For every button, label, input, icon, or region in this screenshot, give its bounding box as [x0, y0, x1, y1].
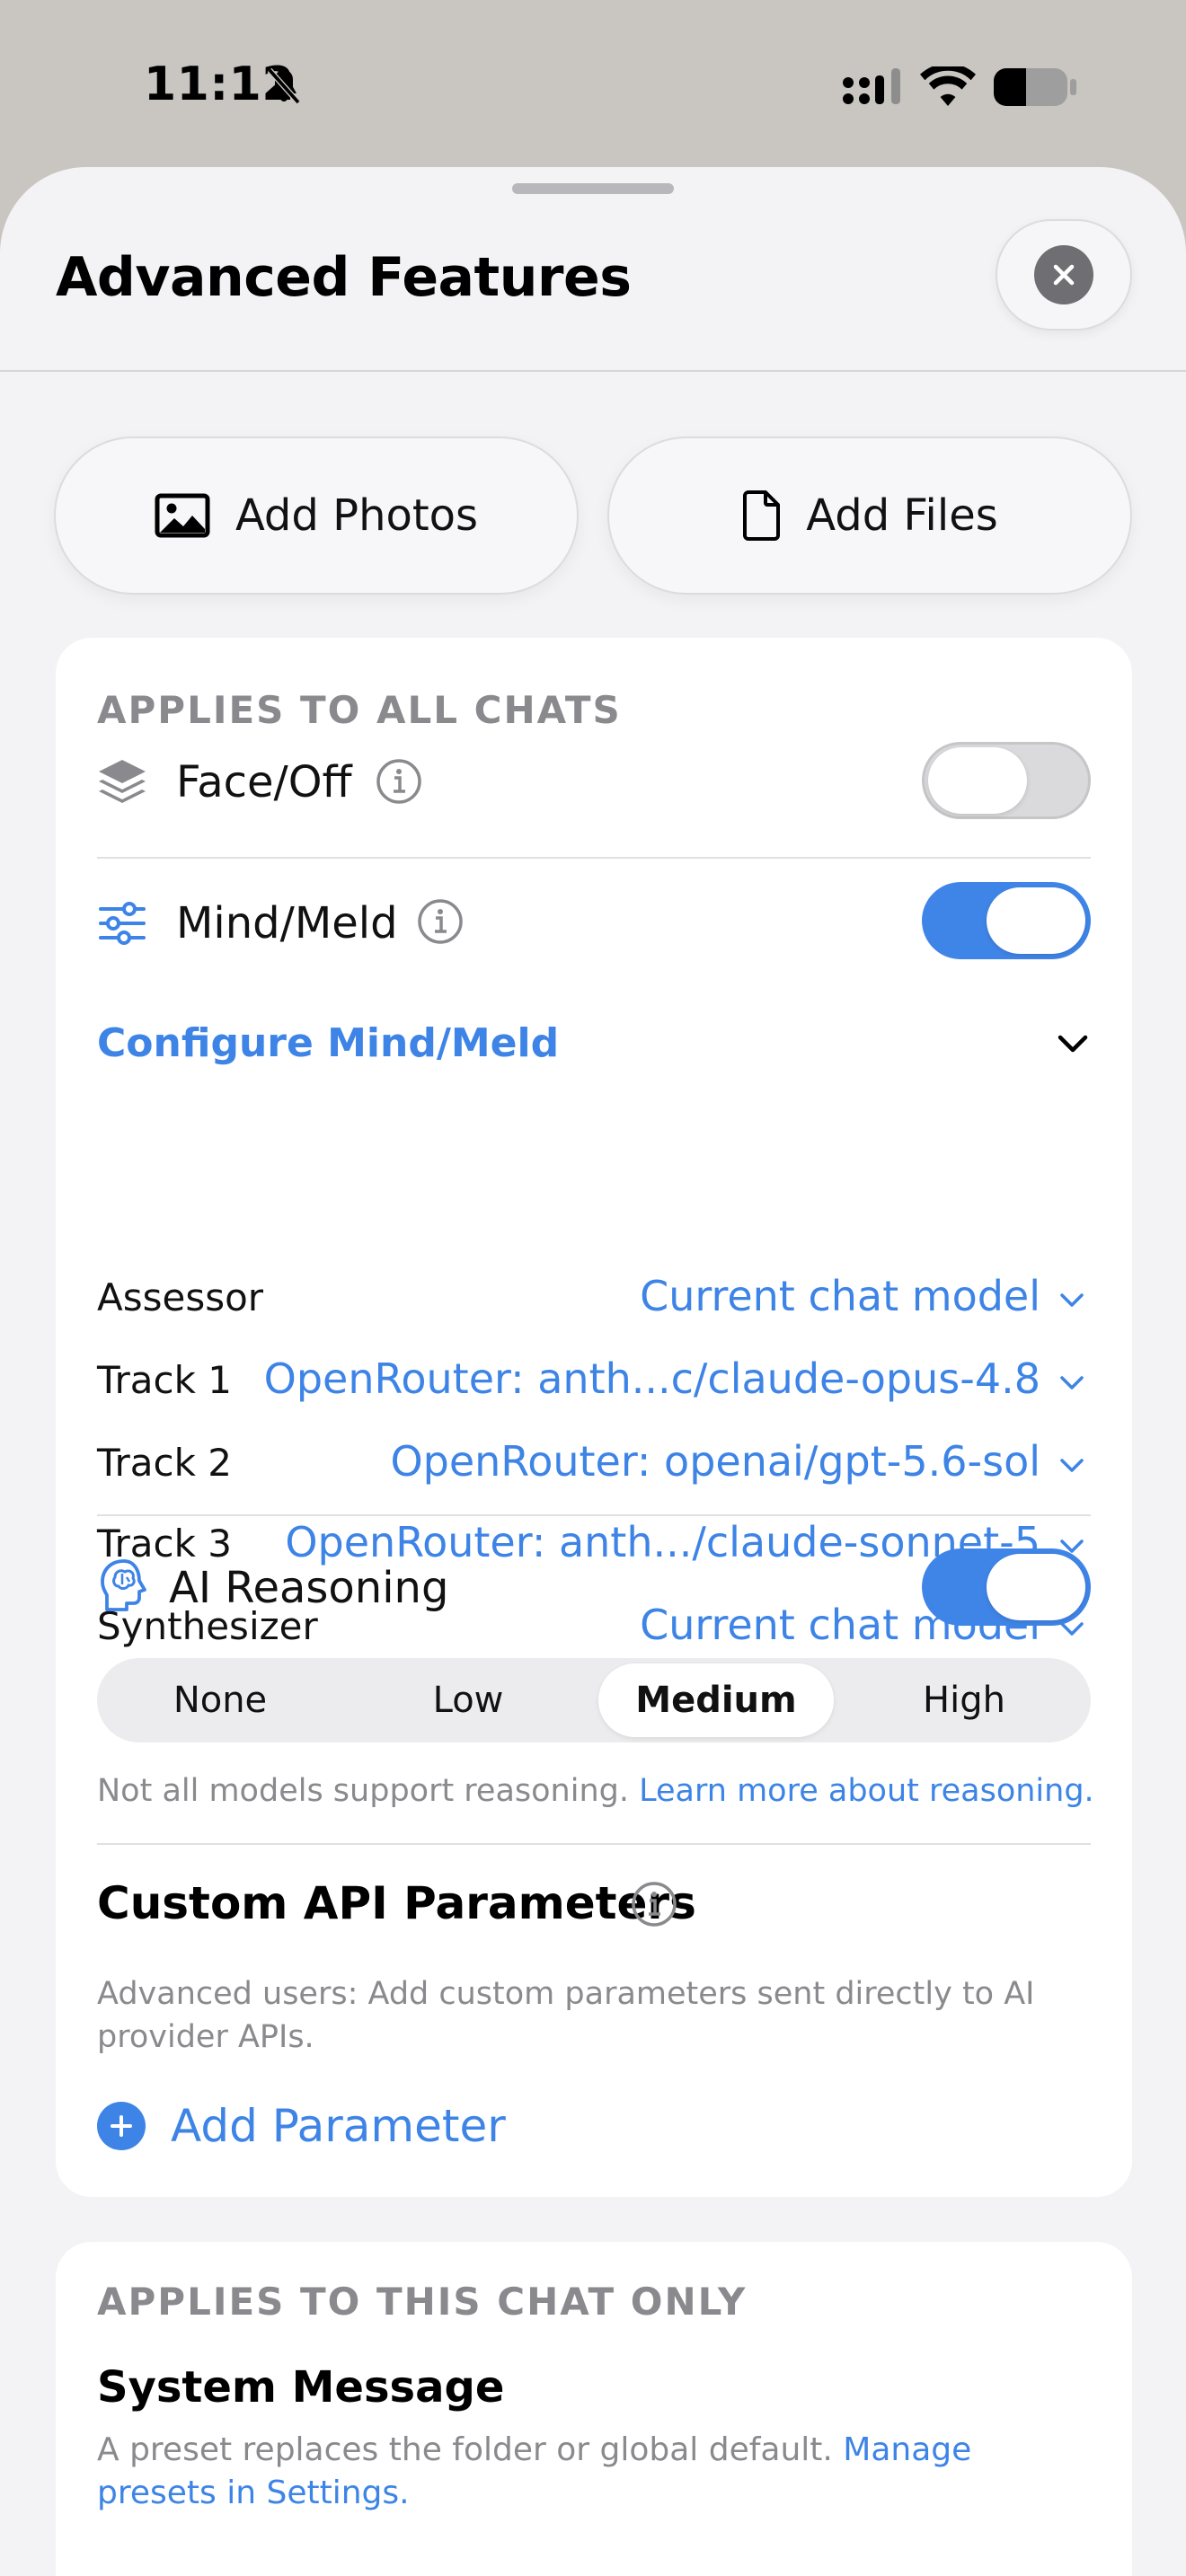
system-message-title: System Message — [97, 2362, 505, 2413]
mind-meld-label: Mind/Meld — [176, 898, 398, 948]
reasoning-option-medium[interactable]: Medium — [598, 1663, 834, 1737]
divider — [97, 1514, 1091, 1516]
global-settings-card: APPLIES TO ALL CHATS Face/Off Mind/Meld — [56, 638, 1132, 2197]
photo-icon — [155, 493, 210, 538]
add-parameter-button[interactable]: Add Parameter — [97, 2100, 506, 2152]
configure-mind-meld-link[interactable]: Configure Mind/Meld — [97, 1020, 559, 1066]
ai-reasoning-toggle[interactable] — [922, 1548, 1091, 1626]
divider — [97, 1843, 1091, 1845]
add-files-label: Add Files — [806, 490, 998, 541]
advanced-features-sheet: Advanced Features Add Photos Add Files A… — [0, 167, 1186, 2576]
custom-params-info-icon[interactable] — [631, 1881, 677, 1928]
add-photos-button[interactable]: Add Photos — [54, 437, 579, 595]
xmark-icon — [1034, 245, 1093, 304]
face-off-label: Face/Off — [176, 757, 352, 807]
track-2-row[interactable]: Track 2 OpenRouter: openai/gpt-5.6-sol — [97, 1437, 1091, 1491]
learn-more-reasoning-link[interactable]: Learn more about reasoning. — [639, 1773, 1094, 1809]
wifi-icon — [920, 66, 976, 106]
reasoning-level-segmented-control[interactable]: None Low Medium High — [97, 1658, 1091, 1742]
system-message-note: A preset replaces the folder or global d… — [97, 2429, 1094, 2515]
reasoning-option-low[interactable]: Low — [350, 1663, 586, 1737]
stack-layers-icon — [99, 760, 146, 803]
add-photos-label: Add Photos — [235, 490, 479, 541]
document-icon — [743, 490, 781, 541]
track-3-value[interactable]: OpenRouter: anth.../claude-sonnet-5 — [285, 1518, 1040, 1566]
add-parameter-label: Add Parameter — [171, 2100, 506, 2152]
close-button[interactable] — [996, 219, 1132, 331]
face-off-toggle[interactable] — [922, 742, 1091, 819]
track-2-value[interactable]: OpenRouter: openai/gpt-5.6-sol — [390, 1437, 1040, 1486]
chevron-down-icon — [1060, 1293, 1084, 1307]
chevron-down-icon — [1060, 1376, 1084, 1389]
chat-settings-card: APPLIES TO THIS CHAT ONLY System Message… — [56, 2242, 1132, 2576]
add-files-button[interactable]: Add Files — [607, 437, 1132, 595]
header-divider — [0, 370, 1186, 372]
status-bar: 11:12 — [0, 0, 1186, 171]
mind-meld-toggle[interactable] — [922, 882, 1091, 959]
battery-icon — [994, 68, 1076, 106]
reasoning-note: Not all models support reasoning. Learn … — [97, 1769, 1094, 1813]
section-header-this-chat: APPLIES TO THIS CHAT ONLY — [97, 2280, 748, 2324]
assessor-value[interactable]: Current chat model — [640, 1272, 1040, 1320]
section-header-all-chats: APPLIES TO ALL CHATS — [97, 688, 622, 732]
face-off-info-icon[interactable] — [376, 758, 422, 805]
assessor-row[interactable]: Assessor Current chat model — [97, 1272, 1091, 1326]
cellular-signal-icon — [843, 68, 900, 104]
track-1-label: Track 1 — [97, 1358, 232, 1402]
chevron-down-icon[interactable] — [1055, 1026, 1091, 1062]
system-message-note-text: A preset replaces the folder or global d… — [97, 2431, 833, 2468]
sheet-grabber[interactable] — [512, 183, 674, 194]
mind-meld-info-icon[interactable] — [417, 898, 464, 945]
assessor-label: Assessor — [97, 1275, 264, 1319]
reasoning-option-none[interactable]: None — [102, 1663, 338, 1737]
bell-slash-icon — [267, 67, 301, 105]
track-1-row[interactable]: Track 1 OpenRouter: anth...c/claude-opus… — [97, 1354, 1091, 1408]
plus-circle-icon — [97, 2102, 146, 2150]
reasoning-note-text: Not all models support reasoning. — [97, 1773, 629, 1809]
divider — [97, 857, 1091, 859]
custom-api-parameters-title: Custom API Parameters — [97, 1877, 696, 1929]
chevron-down-icon — [1060, 1459, 1084, 1472]
sheet-title: Advanced Features — [56, 246, 632, 309]
ai-reasoning-label: AI Reasoning — [169, 1563, 449, 1613]
reasoning-option-high[interactable]: High — [846, 1663, 1082, 1737]
track-2-label: Track 2 — [97, 1441, 232, 1485]
brain-head-icon — [101, 1559, 146, 1611]
track-1-value[interactable]: OpenRouter: anth...c/claude-opus-4.8 — [264, 1354, 1040, 1403]
sliders-icon — [99, 902, 146, 945]
custom-params-description: Advanced users: Add custom parameters se… — [97, 1976, 1035, 2055]
